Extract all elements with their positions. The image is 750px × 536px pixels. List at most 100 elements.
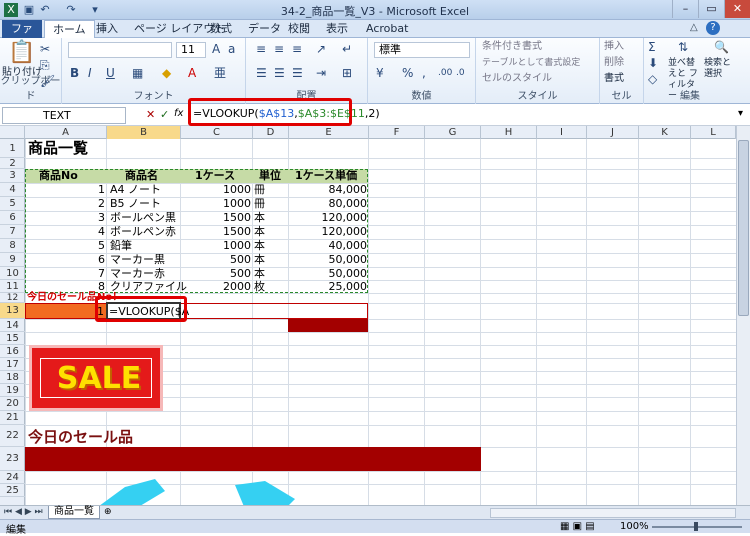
row-header[interactable]: 21 bbox=[0, 411, 25, 425]
underline-icon[interactable]: U bbox=[106, 66, 115, 80]
column-header-l[interactable]: L bbox=[691, 126, 736, 139]
shrink-font-icon[interactable]: a bbox=[228, 42, 235, 56]
number-format-combo[interactable]: 標準 bbox=[374, 42, 470, 58]
cut-icon[interactable]: ✂ bbox=[40, 42, 50, 56]
row-header[interactable]: 16 bbox=[0, 345, 25, 358]
table-cell[interactable]: 1000 bbox=[180, 239, 251, 252]
formula-input[interactable]: =VLOOKUP($A$13,$A$3:$E$11,2) bbox=[193, 106, 380, 121]
table-cell[interactable]: ボールペン赤 bbox=[110, 225, 176, 238]
table-cell[interactable]: ボールペン黒 bbox=[110, 211, 176, 224]
row-header[interactable]: 23 bbox=[0, 447, 25, 471]
bold-icon[interactable]: B bbox=[70, 66, 79, 80]
table-cell[interactable]: 1 bbox=[25, 183, 105, 196]
row-header[interactable]: 20 bbox=[0, 397, 25, 411]
align-right-icon[interactable]: ☰ bbox=[292, 66, 303, 80]
table-cell[interactable]: 1500 bbox=[180, 211, 251, 224]
table-cell[interactable]: 120,000 bbox=[288, 225, 368, 238]
view-buttons-icon[interactable]: ▦ ▣ ▤ bbox=[560, 521, 595, 532]
tab-formulas[interactable]: 数式 bbox=[202, 20, 240, 38]
table-cell[interactable]: 冊 bbox=[254, 197, 265, 210]
table-cell[interactable]: 枚 bbox=[254, 280, 265, 293]
delete-cells-button[interactable]: 削除 bbox=[604, 56, 624, 70]
sort-filter-icon[interactable]: ⇅ bbox=[678, 40, 688, 54]
row-header[interactable]: 6 bbox=[0, 211, 25, 225]
wrap-text-icon[interactable]: ↵ bbox=[342, 42, 352, 56]
cell-styles-button[interactable]: セルのスタイル bbox=[482, 72, 552, 86]
tab-insert[interactable]: 挿入 bbox=[88, 20, 126, 38]
row-header[interactable]: 3 bbox=[0, 169, 25, 183]
row-header[interactable]: 7 bbox=[0, 225, 25, 239]
sheet-tab-active[interactable]: 商品一覧 bbox=[48, 506, 100, 519]
select-all-corner[interactable] bbox=[0, 126, 25, 139]
sheet-title[interactable]: 商品一覧 bbox=[28, 140, 88, 157]
table-cell[interactable]: B5 ノート bbox=[110, 197, 161, 210]
cell-a13[interactable]: 1 bbox=[25, 305, 104, 318]
comma-style-icon[interactable]: , bbox=[422, 66, 426, 80]
column-header-e[interactable]: E bbox=[289, 126, 369, 139]
percent-icon[interactable]: % bbox=[402, 66, 413, 80]
row-header[interactable]: 14 bbox=[0, 319, 25, 332]
align-center-icon[interactable]: ☰ bbox=[274, 66, 285, 80]
clear-icon[interactable]: ◇ bbox=[648, 72, 657, 86]
paste-icon[interactable]: 📋 bbox=[8, 42, 35, 64]
row-header[interactable]: 2 bbox=[0, 158, 25, 169]
indent-icon[interactable]: ⇥ bbox=[316, 66, 326, 80]
column-header-g[interactable]: G bbox=[425, 126, 481, 139]
font-size-combo[interactable]: 11 bbox=[176, 42, 206, 58]
row-header[interactable]: 10 bbox=[0, 267, 25, 280]
worksheet-grid[interactable]: 商品一覧 商品No 商品名 1ケース 単位 1ケース単価 1 A4 ノート 10… bbox=[25, 139, 750, 505]
find-select-button[interactable]: 検索と 選択 bbox=[704, 58, 734, 80]
fill-icon[interactable]: ⬇ bbox=[648, 56, 658, 70]
row-header[interactable]: 11 bbox=[0, 280, 25, 293]
row-header[interactable]: 1 bbox=[0, 139, 25, 158]
table-cell[interactable]: 5 bbox=[25, 239, 105, 252]
decrease-decimal-icon[interactable]: .0 bbox=[456, 66, 465, 80]
sheet-nav-icon[interactable]: ⏮ ◀ ▶ ⏭ bbox=[4, 507, 43, 517]
grow-font-icon[interactable]: A bbox=[212, 42, 220, 56]
copy-icon[interactable]: ⎘ bbox=[40, 58, 50, 72]
ribbon-minimize-icon[interactable]: △ bbox=[690, 22, 698, 33]
align-middle-icon[interactable]: ≡ bbox=[274, 42, 284, 56]
tab-view[interactable]: 表示 bbox=[318, 20, 356, 38]
table-cell[interactable]: 50,000 bbox=[288, 253, 368, 266]
close-button[interactable]: ✕ bbox=[724, 0, 750, 18]
font-color-icon[interactable]: A bbox=[188, 66, 196, 80]
row-header[interactable]: 9 bbox=[0, 253, 25, 267]
align-bottom-icon[interactable]: ≡ bbox=[292, 42, 302, 56]
fill-color-icon[interactable]: ◆ bbox=[162, 66, 171, 80]
table-cell[interactable]: マーカー赤 bbox=[110, 267, 165, 280]
row-header[interactable]: 8 bbox=[0, 239, 25, 253]
table-cell[interactable]: 1000 bbox=[180, 197, 251, 210]
table-cell[interactable]: 2000 bbox=[180, 280, 251, 293]
format-cells-button[interactable]: 書式 bbox=[604, 72, 624, 86]
horizontal-scrollbar[interactable] bbox=[490, 508, 736, 518]
row-header[interactable]: 25 bbox=[0, 484, 25, 497]
tab-acrobat[interactable]: Acrobat bbox=[358, 20, 416, 38]
column-header-j[interactable]: J bbox=[587, 126, 639, 139]
price-result-cell[interactable] bbox=[288, 319, 368, 332]
row-header[interactable]: 19 bbox=[0, 384, 25, 397]
table-cell[interactable]: 6 bbox=[25, 253, 105, 266]
maximize-button[interactable]: ▭ bbox=[698, 0, 724, 18]
table-cell[interactable]: 25,000 bbox=[288, 280, 368, 293]
cancel-entry-icon[interactable]: ✕ bbox=[146, 108, 155, 121]
table-cell[interactable]: 120,000 bbox=[288, 211, 368, 224]
table-cell[interactable]: 本 bbox=[254, 211, 265, 224]
column-header-d[interactable]: D bbox=[253, 126, 289, 139]
row-header[interactable]: 13 bbox=[0, 303, 25, 319]
table-cell[interactable]: 7 bbox=[25, 267, 105, 280]
italic-icon[interactable]: I bbox=[88, 66, 92, 80]
orientation-icon[interactable]: ↗ bbox=[316, 42, 326, 56]
tab-review[interactable]: 校閲 bbox=[280, 20, 318, 38]
table-cell[interactable]: 40,000 bbox=[288, 239, 368, 252]
merge-center-icon[interactable]: ⊞ bbox=[342, 66, 352, 80]
align-top-icon[interactable]: ≡ bbox=[256, 42, 266, 56]
row-header[interactable]: 17 bbox=[0, 358, 25, 371]
column-header-c[interactable]: C bbox=[181, 126, 253, 139]
row-header[interactable]: 4 bbox=[0, 183, 25, 197]
row-header[interactable]: 24 bbox=[0, 471, 25, 484]
table-cell[interactable]: 4 bbox=[25, 225, 105, 238]
border-icon[interactable]: ▦ bbox=[132, 66, 143, 80]
table-cell[interactable]: 本 bbox=[254, 239, 265, 252]
currency-icon[interactable]: ¥ bbox=[376, 66, 384, 80]
